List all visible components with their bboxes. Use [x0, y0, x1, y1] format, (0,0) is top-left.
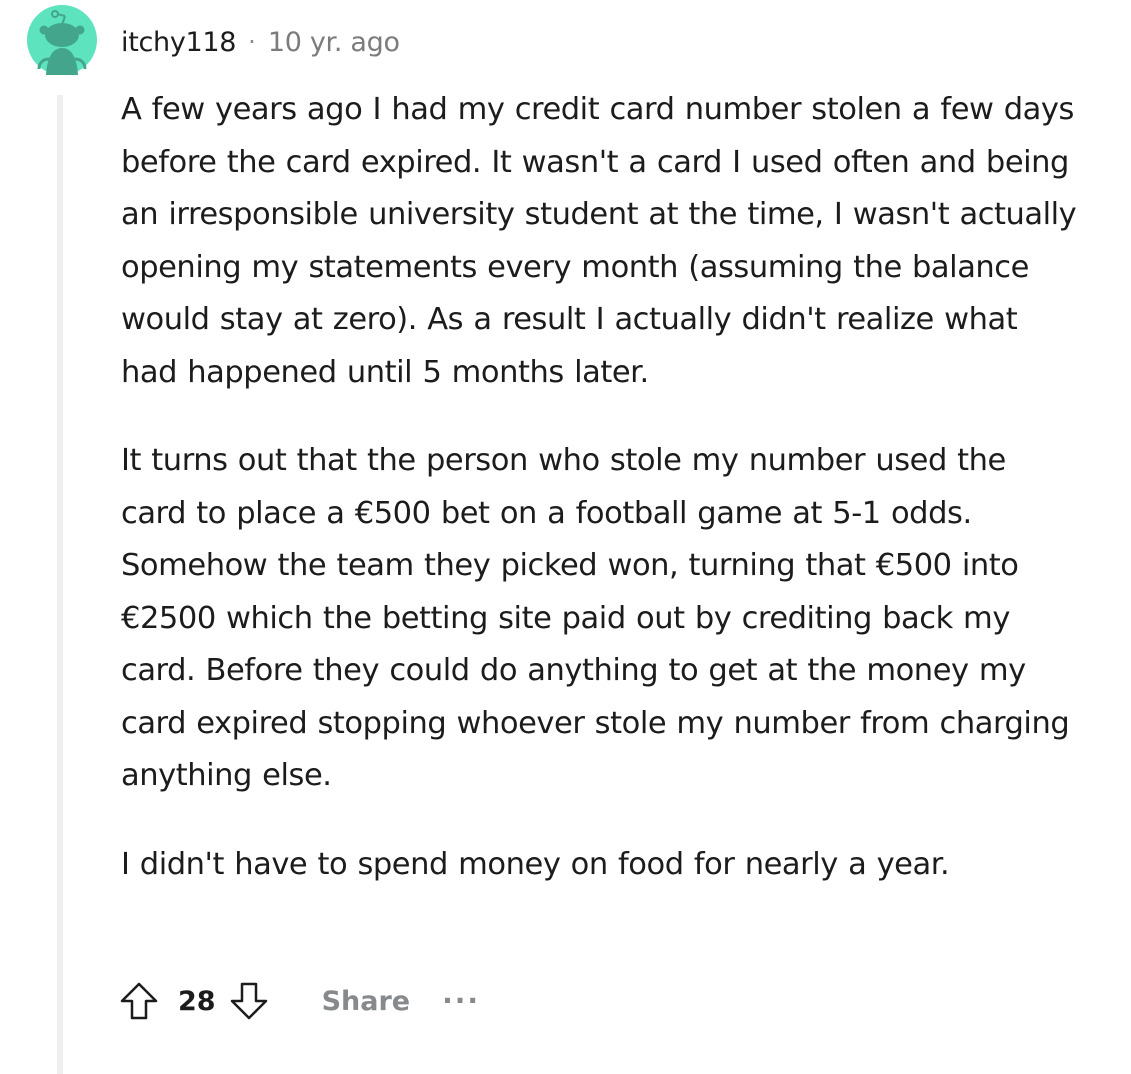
comment-timestamp[interactable]: 10 yr. ago [268, 27, 400, 58]
downvote-button[interactable] [228, 980, 270, 1022]
comment-body: A few years ago I had my credit card num… [121, 84, 1081, 891]
vote-score: 28 [178, 985, 216, 1017]
comment-paragraph-1: A few years ago I had my credit card num… [121, 92, 1077, 390]
user-avatar[interactable] [27, 5, 97, 75]
upvote-arrow-icon [120, 982, 158, 1020]
comment-paragraph-3: I didn't have to spend money on food for… [121, 846, 950, 882]
thread-line[interactable] [57, 95, 63, 1074]
comment-author[interactable]: itchy118 [121, 27, 236, 58]
meta-separator: · [248, 28, 256, 56]
comment-paragraph-2: It turns out that the person who stole m… [121, 443, 1070, 793]
comment-actions: 28 Share ... [118, 977, 480, 1024]
snoo-avatar-icon [27, 5, 97, 75]
downvote-arrow-icon [230, 982, 267, 1020]
more-options-icon[interactable]: ... [442, 977, 480, 1010]
comment-meta: itchy118 · 10 yr. ago [121, 24, 400, 60]
share-button[interactable]: Share [322, 986, 411, 1017]
upvote-button[interactable] [118, 980, 160, 1022]
